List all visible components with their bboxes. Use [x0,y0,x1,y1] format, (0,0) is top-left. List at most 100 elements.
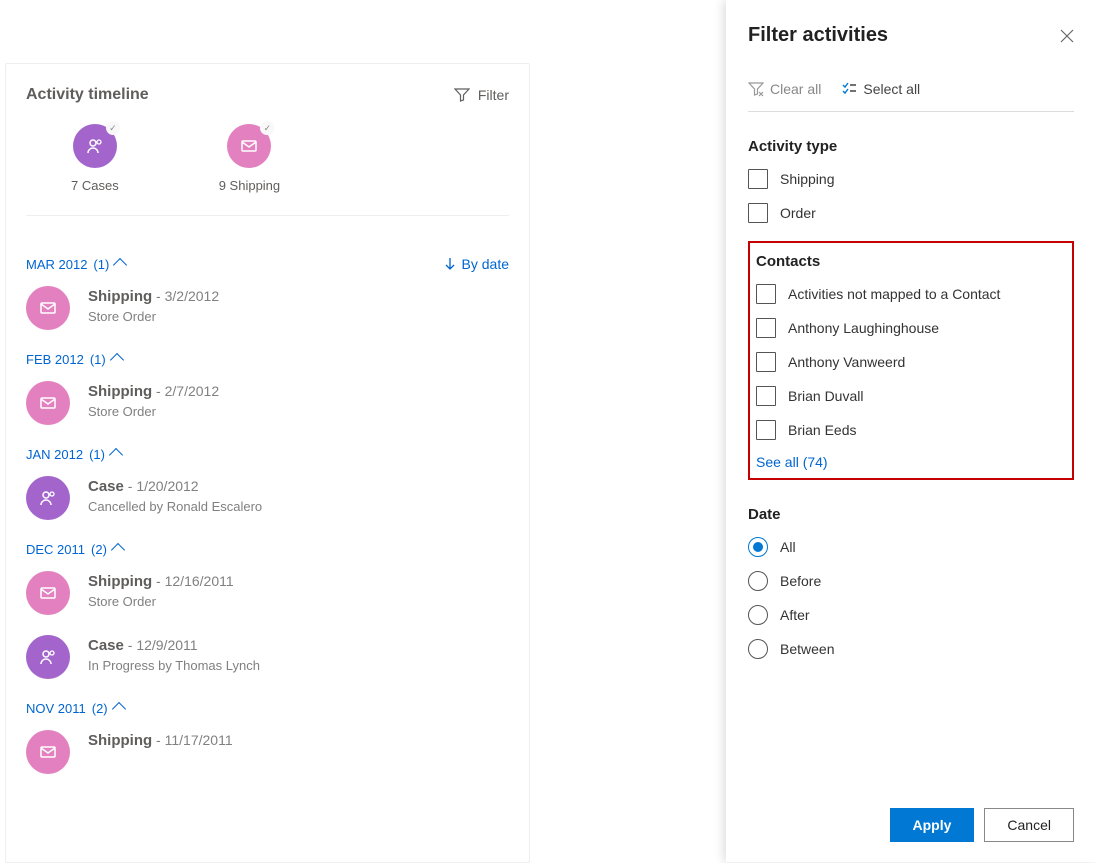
sort-by-date[interactable]: By date [444,256,509,272]
timeline-item[interactable]: Shipping - 11/17/2011 [26,730,509,774]
mail-icon [38,393,58,413]
funnel-icon [454,87,470,103]
radio-label: All [780,539,796,555]
checkbox-label: Brian Eeds [788,422,856,438]
stat-cases[interactable]: ✓ 7 Cases [71,124,119,193]
group-header-nov[interactable]: NOV 2011 (2) [26,701,509,716]
select-all-label: Select all [863,81,920,97]
close-button[interactable] [1060,29,1074,43]
item-sub: Store Order [88,404,219,419]
item-sub: Store Order [88,594,234,609]
chevron-up-icon [110,353,124,367]
check-badge-icon: ✓ [260,121,274,135]
item-circle [26,476,70,520]
checkbox-contact[interactable]: Brian Duvall [756,386,1066,406]
checkbox-icon [748,203,768,223]
checkbox-contact[interactable]: Brian Eeds [756,420,1066,440]
item-content: Shipping - 11/17/2011 [88,730,233,774]
radio-icon [748,639,768,659]
item-content: Case - 1/20/2012 Cancelled by Ronald Esc… [88,476,262,520]
item-content: Case - 12/9/2011 In Progress by Thomas L… [88,635,260,679]
item-circle [26,381,70,425]
funnel-clear-icon [748,81,764,97]
item-title: Shipping [88,732,152,749]
see-all-link[interactable]: See all (74) [756,454,1066,470]
radio-icon [748,537,768,557]
group-count: (2) [91,542,107,557]
mail-icon [38,742,58,762]
group-header-jan[interactable]: JAN 2012 (1) [26,447,509,462]
panel-header: Filter activities [748,24,1074,47]
group-count: (1) [93,257,109,272]
close-icon [1060,29,1074,43]
radio-after[interactable]: After [748,605,1074,625]
sort-row: MAR 2012 (1) By date [26,256,509,272]
radio-icon [748,605,768,625]
item-circle [26,730,70,774]
stat-shipping[interactable]: ✓ 9 Shipping [219,124,280,193]
card-title: Activity timeline [26,86,149,104]
date-header: Date [748,506,1074,523]
item-title: Shipping [88,383,152,400]
contacts-header: Contacts [756,253,1066,270]
checkbox-icon [756,420,776,440]
stat-shipping-label: 9 Shipping [219,178,280,193]
checkbox-contact-unmapped[interactable]: Activities not mapped to a Contact [756,284,1066,304]
chevron-up-icon [113,257,127,271]
apply-button[interactable]: Apply [890,808,975,842]
group-label: DEC 2011 [26,542,85,557]
item-title: Case [88,478,124,495]
stat-cases-label: 7 Cases [71,178,119,193]
checkbox-icon [756,352,776,372]
radio-label: Between [780,641,834,657]
checkbox-shipping[interactable]: Shipping [748,169,1074,189]
cases-circle: ✓ [73,124,117,168]
timeline-item[interactable]: Case - 1/20/2012 Cancelled by Ronald Esc… [26,476,509,520]
item-circle [26,571,70,615]
filter-panel: Filter activities Clear all Select all A… [726,0,1096,862]
timeline-item[interactable]: Shipping - 3/2/2012 Store Order [26,286,509,330]
activity-type-header: Activity type [748,138,1074,155]
mail-icon [239,136,259,156]
checkbox-label: Brian Duvall [788,388,863,404]
radio-all[interactable]: All [748,537,1074,557]
chevron-up-icon [111,543,125,557]
timeline-item[interactable]: Shipping - 12/16/2011 Store Order [26,571,509,615]
checkbox-contact[interactable]: Anthony Vanweerd [756,352,1066,372]
person-icon [85,136,105,156]
filter-label: Filter [478,87,509,103]
group-header-mar[interactable]: MAR 2012 (1) [26,257,125,272]
item-content: Shipping - 3/2/2012 Store Order [88,286,219,330]
by-date-label: By date [462,256,509,272]
cancel-button[interactable]: Cancel [984,808,1074,842]
item-sub: Store Order [88,309,219,324]
group-label: MAR 2012 [26,257,87,272]
panel-title: Filter activities [748,24,888,47]
checkbox-order[interactable]: Order [748,203,1074,223]
group-header-dec[interactable]: DEC 2011 (2) [26,542,509,557]
item-content: Shipping - 12/16/2011 Store Order [88,571,234,615]
item-date: 11/17/2011 [165,732,233,748]
item-circle [26,286,70,330]
timeline-item[interactable]: Shipping - 2/7/2012 Store Order [26,381,509,425]
clear-all-button[interactable]: Clear all [748,81,821,97]
radio-label: After [780,607,810,623]
filter-button[interactable]: Filter [454,87,509,103]
radio-before[interactable]: Before [748,571,1074,591]
select-all-button[interactable]: Select all [841,81,920,97]
checkbox-icon [756,386,776,406]
group-header-feb[interactable]: FEB 2012 (1) [26,352,509,367]
item-date: 1/20/2012 [136,478,198,494]
radio-between[interactable]: Between [748,639,1074,659]
contacts-highlight: Contacts Activities not mapped to a Cont… [748,241,1074,480]
timeline-item[interactable]: Case - 12/9/2011 In Progress by Thomas L… [26,635,509,679]
checkbox-label: Order [780,205,816,221]
check-badge-icon: ✓ [106,121,120,135]
person-icon [38,647,58,667]
arrow-down-icon [444,257,456,271]
checkbox-icon [748,169,768,189]
group-label: FEB 2012 [26,352,84,367]
group-count: (2) [92,701,108,716]
checkbox-contact[interactable]: Anthony Laughinghouse [756,318,1066,338]
checkbox-label: Anthony Vanweerd [788,354,905,370]
